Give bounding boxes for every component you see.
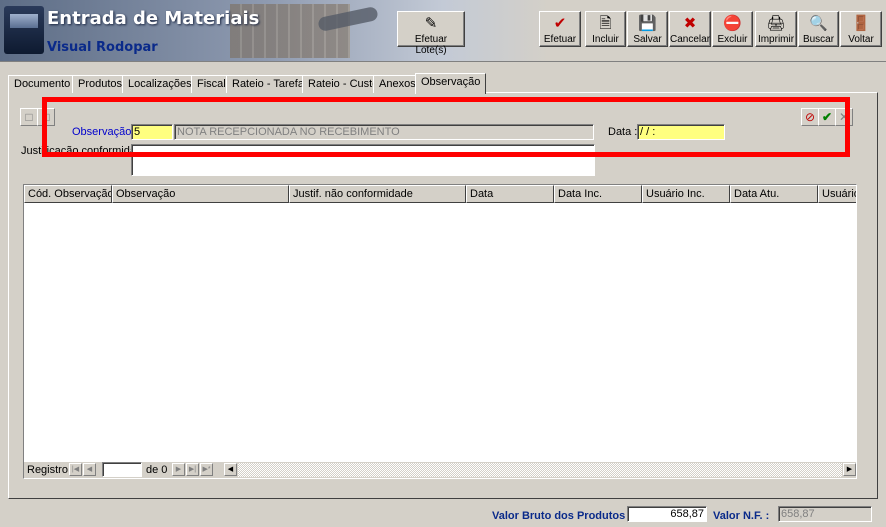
valor-nf-field: 658,87	[778, 506, 872, 522]
observacao-text-field: NOTA RECEPCIONADA NO RECEBIMENTO	[174, 124, 594, 140]
save-icon: 💾	[638, 15, 657, 32]
tab-produtos[interactable]: Produtos	[72, 75, 129, 93]
scroll-right-icon[interactable]: ▶	[843, 463, 856, 476]
app-header: Entrada de Materiais Visual Rodopar ✎ Ef…	[0, 0, 886, 62]
app-title: Entrada de Materiais	[47, 8, 260, 29]
column-header[interactable]: Data	[466, 185, 554, 203]
search-icon: 🔍	[809, 15, 828, 32]
record-number-field[interactable]	[102, 462, 142, 477]
imprimir-button[interactable]: 🖨 Imprimir	[755, 11, 797, 47]
cancel-icon: ✖	[683, 15, 697, 32]
delete-icon: ⛔	[723, 15, 742, 32]
voltar-button[interactable]: 🚪 Voltar	[840, 11, 882, 47]
column-header[interactable]: Usuário Inc.	[642, 185, 730, 203]
next-record-icon[interactable]: ▶	[172, 463, 185, 476]
registro-label: Registro:	[27, 464, 72, 476]
column-header[interactable]: Data Atu.	[730, 185, 818, 203]
close-small-icon[interactable]: ✕	[835, 108, 853, 126]
new-record-icon[interactable]: ▶*	[200, 463, 213, 476]
printer-icon: 🖨	[766, 15, 786, 32]
justificativa-textarea[interactable]	[131, 144, 595, 176]
efetuar-lote-button[interactable]: ✎ Efetuar Lote(s)	[397, 11, 465, 56]
tab-rateio-custo[interactable]: Rateio - Custo	[302, 75, 385, 93]
observacao-label: Observação :	[72, 126, 138, 138]
tab-documento[interactable]: Documento	[8, 75, 77, 93]
cancelar-button[interactable]: ✖ Cancelar	[669, 11, 711, 47]
checkmark-pen-icon: ✔	[553, 15, 567, 32]
observacao-code-field[interactable]: 5	[131, 124, 173, 140]
observacao-grid[interactable]: Cód. Observação Observação Justif. não c…	[23, 184, 857, 479]
excluir-button[interactable]: ⛔ Excluir	[712, 11, 753, 47]
app-subtitle: Visual Rodopar	[47, 40, 158, 55]
buscar-button[interactable]: 🔍 Buscar	[798, 11, 839, 47]
valor-nf-label: Valor N.F. :	[713, 510, 770, 522]
incluir-button[interactable]: 🗎 Incluir	[585, 11, 626, 47]
valor-bruto-label: Valor Bruto dos Produtos :	[492, 510, 632, 522]
confirm-check-icon[interactable]: ✔	[818, 108, 836, 126]
truck-icon	[4, 6, 44, 54]
column-header[interactable]: Observação	[112, 185, 289, 203]
record-count-label: de 0	[146, 464, 168, 476]
column-header[interactable]: Justif. não conformidade	[289, 185, 466, 203]
column-header[interactable]: Usuário A	[818, 185, 856, 203]
salvar-button[interactable]: 💾 Salvar	[627, 11, 668, 47]
prev-record-icon[interactable]: ◀	[83, 463, 96, 476]
last-record-icon[interactable]: ▶|	[186, 463, 199, 476]
data-field[interactable]: / / :	[637, 124, 725, 140]
tab-rateio-tarefa[interactable]: Rateio - Tarefa	[226, 75, 310, 93]
valor-bruto-field: 658,87	[627, 506, 707, 522]
data-label: Data :	[608, 126, 638, 138]
column-header[interactable]: Data Inc.	[554, 185, 642, 203]
tab-localizacoes[interactable]: Localizações	[122, 75, 198, 93]
horizontal-scrollbar[interactable]	[238, 463, 842, 477]
cancel-small-icon[interactable]: ⊘	[801, 108, 819, 126]
efetuar-button[interactable]: ✔ Efetuar	[539, 11, 581, 47]
grid-header: Cód. Observação Observação Justif. não c…	[24, 185, 856, 203]
grid-navigation-bar: Registro: |◀ ◀ de 0 ▶ ▶| ▶* ◀ ▶	[24, 462, 856, 478]
first-record-icon[interactable]: |◀	[69, 463, 82, 476]
new-document-icon: 🗎	[599, 15, 612, 32]
tab-observacao[interactable]: Observação	[415, 73, 487, 94]
edit-icon[interactable]: □	[20, 108, 38, 126]
scroll-left-icon[interactable]: ◀	[224, 463, 237, 476]
document-pen-icon: ✎	[424, 15, 438, 32]
copy-icon[interactable]: □	[37, 108, 55, 126]
back-door-icon: 🚪	[851, 15, 871, 32]
column-header[interactable]: Cód. Observação	[24, 185, 112, 203]
